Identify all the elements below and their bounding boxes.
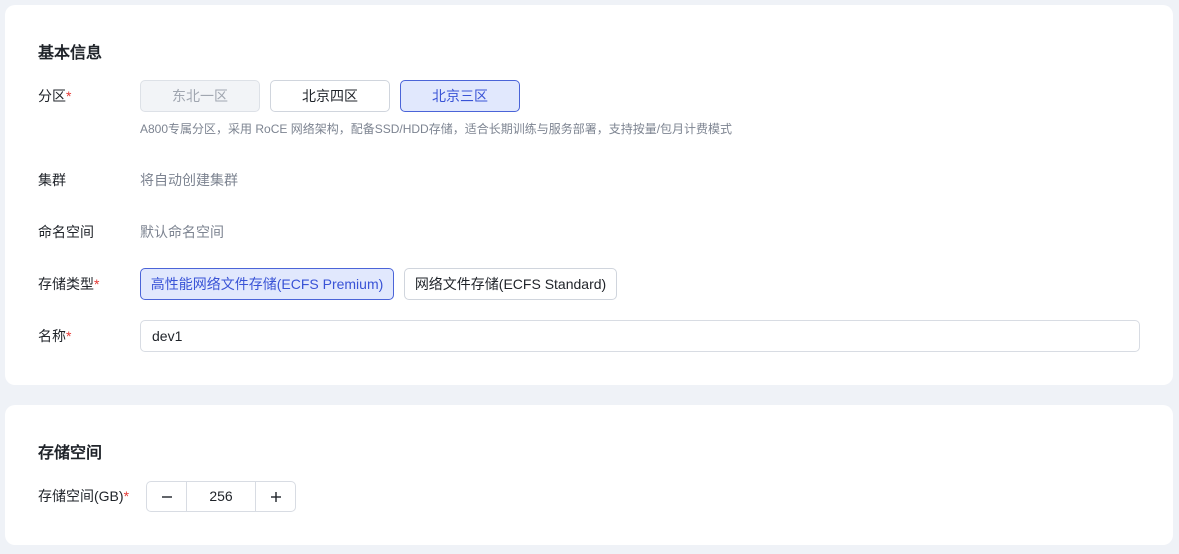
zone-hint: A800专属分区，采用 RoCE 网络架构，配备SSD/HDD存储，适合长期训练…: [140, 122, 733, 136]
plus-icon[interactable]: [255, 482, 295, 511]
storage-title: 存储空间: [38, 445, 103, 462]
zone-option-dongbei-1[interactable]: 东北一区: [140, 80, 260, 112]
namespace-value: 默认命名空间: [140, 224, 224, 240]
name-label: 名称*: [38, 328, 72, 344]
storage-size-input[interactable]: [187, 482, 255, 511]
zone-option-beijing-4[interactable]: 北京四区: [270, 80, 390, 112]
storage-type-label: 存储类型*: [38, 276, 100, 292]
namespace-label: 命名空间: [38, 224, 94, 240]
basic-info-card: 基本信息 分区* 东北一区 北京四区 北京三区 A800专属分区，采用 RoCE…: [5, 5, 1173, 385]
cluster-value: 将自动创建集群: [140, 172, 238, 188]
storage-type-option-standard[interactable]: 网络文件存储(ECFS Standard): [404, 268, 617, 300]
zone-option-beijing-3[interactable]: 北京三区: [400, 80, 520, 112]
storage-type-option-premium[interactable]: 高性能网络文件存储(ECFS Premium): [140, 268, 394, 300]
basic-info-title: 基本信息: [38, 45, 103, 62]
name-input[interactable]: [140, 320, 1140, 352]
storage-size-label: 存储空间(GB)*: [38, 488, 130, 504]
storage-card: 存储空间 存储空间(GB)*: [5, 405, 1173, 545]
cluster-label: 集群: [38, 172, 66, 188]
zone-label: 分区*: [38, 88, 72, 104]
minus-icon[interactable]: [147, 482, 187, 511]
storage-size-stepper: [146, 481, 296, 512]
